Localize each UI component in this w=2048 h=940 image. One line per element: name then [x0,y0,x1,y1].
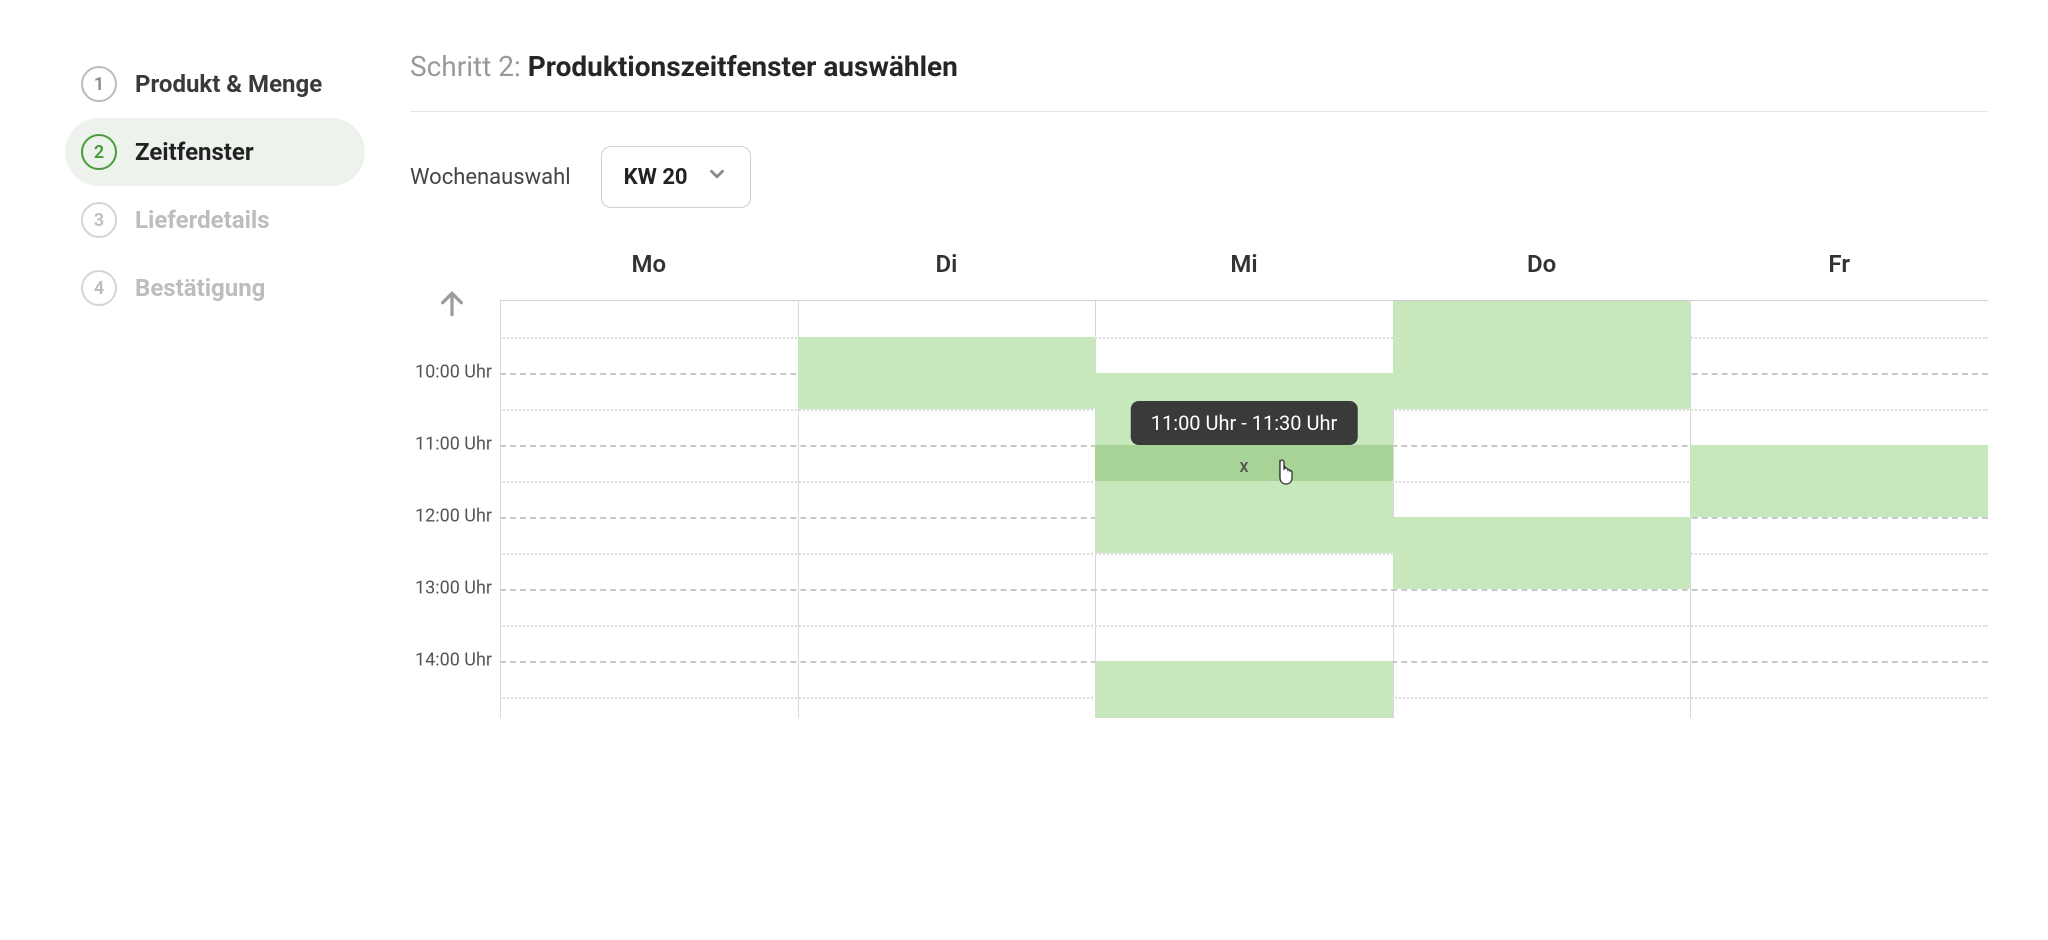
step-timeslot[interactable]: 2 Zeitfenster [65,118,365,186]
day-header-do: Do [1393,250,1691,300]
grid-halfhour-line [500,553,1988,555]
day-header-mi: Mi [1095,250,1393,300]
week-select[interactable]: KW 20 [601,146,751,208]
grid-vline [500,301,501,718]
grid-halfhour-line [500,625,1988,627]
step-delivery[interactable]: 3 Lieferdetails [65,186,365,254]
title-prefix: Schritt 2: [410,50,528,83]
time-label: 12:00 Uhr [415,506,492,527]
step-label: Bestätigung [135,274,265,302]
week-select-label: Wochenauswahl [410,165,571,190]
day-header-fr: Fr [1690,250,1988,300]
time-label: 14:00 Uhr [415,650,492,671]
available-slot[interactable] [1095,661,1393,718]
step-label: Zeitfenster [135,138,254,166]
available-slot[interactable] [1393,517,1691,589]
title-text: Produktionszeitfenster auswählen [528,50,958,83]
time-label: 10:00 Uhr [415,362,492,383]
calendar-grid[interactable]: x 11:00 Uhr - 11:30 Uhr [500,300,1988,718]
day-header-mo: Mo [500,250,798,300]
available-slot[interactable] [798,337,1096,409]
step-label: Lieferdetails [135,206,270,234]
chevron-down-icon [706,163,728,191]
day-header-di: Di [798,250,1096,300]
selected-slot[interactable]: x [1095,445,1393,481]
remove-slot-button[interactable]: x [1239,456,1248,477]
step-sidebar: 1 Produkt & Menge 2 Zeitfenster 3 Liefer… [65,50,365,718]
step-badge: 3 [81,202,117,238]
calendar: Mo Di Mi Do Fr 10:00 Uhr 11:00 Uhr 12:00 U… [410,250,1988,718]
time-label: 11:00 Uhr [415,434,492,455]
available-slot[interactable] [1393,301,1691,409]
step-badge: 1 [81,66,117,102]
page-title: Schritt 2: Produktionszeitfenster auswäh… [410,50,1988,112]
step-label: Produkt & Menge [135,70,322,98]
time-column: 10:00 Uhr 11:00 Uhr 12:00 Uhr 13:00 Uhr 14:0… [410,300,500,718]
step-confirm[interactable]: 4 Bestätigung [65,254,365,322]
grid-hour-line [500,589,1988,591]
step-product[interactable]: 1 Produkt & Menge [65,50,365,118]
step-badge: 2 [81,134,117,170]
week-select-value: KW 20 [624,165,688,190]
step-badge: 4 [81,270,117,306]
time-label: 13:00 Uhr [415,578,492,599]
slot-tooltip: 11:00 Uhr - 11:30 Uhr [1131,401,1358,445]
scroll-up-button[interactable] [436,288,468,324]
available-slot[interactable] [1690,445,1988,517]
grid-halfhour-line [500,337,1988,339]
